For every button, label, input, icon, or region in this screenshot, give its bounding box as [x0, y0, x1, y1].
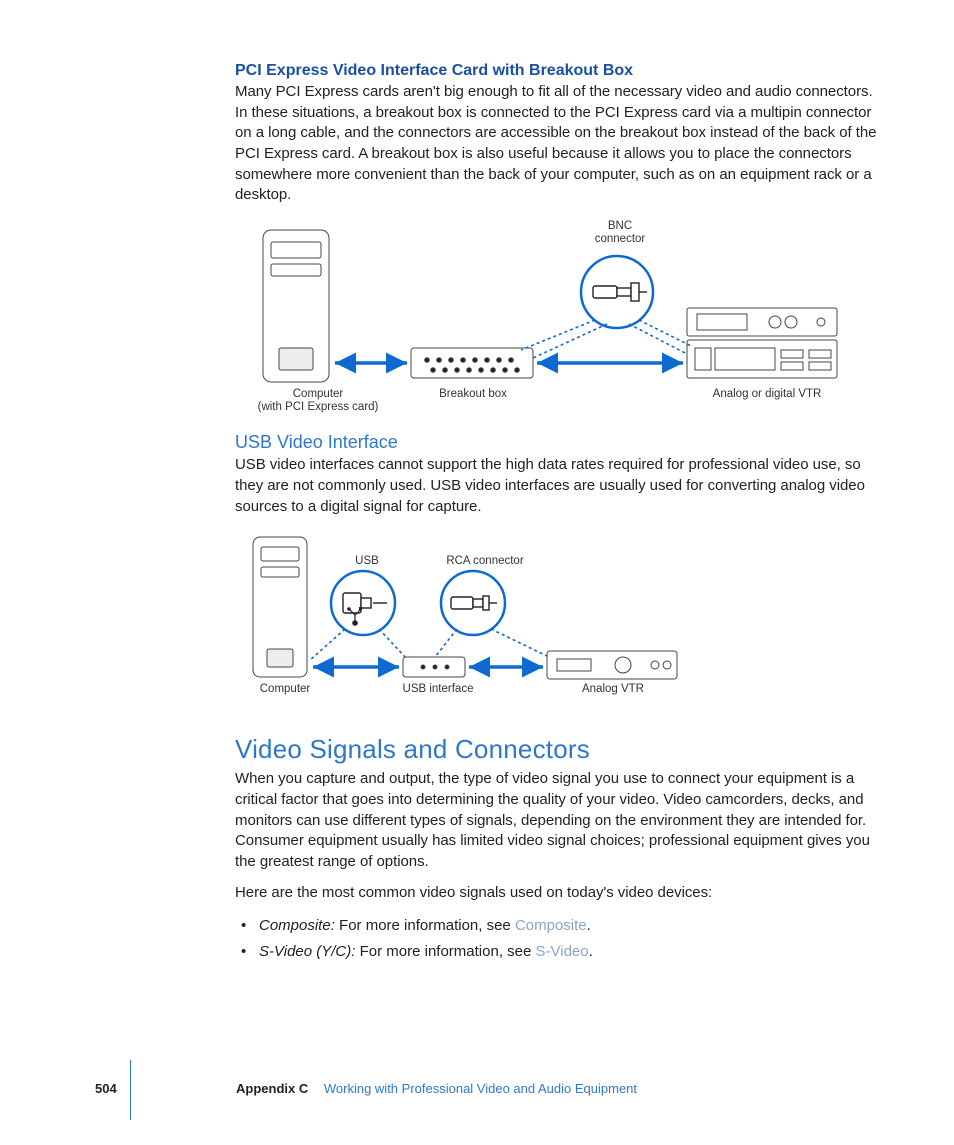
- label-computer-pci: Computer(with PCI Express card): [243, 388, 393, 414]
- para-pci-breakout: Many PCI Express cards aren't big enough…: [235, 82, 889, 206]
- vtr-icon: [687, 308, 837, 378]
- bullet-text: For more information, see: [355, 943, 535, 960]
- label-usb-interface: USB interface: [393, 683, 483, 696]
- label-vtr: Analog or digital VTR: [707, 388, 827, 401]
- bnc-magnifier-icon: [581, 256, 653, 328]
- heading-video-signals: Video Signals and Connectors: [235, 734, 889, 765]
- usb-interface-icon: [403, 657, 465, 677]
- footer-text: Appendix C Working with Professional Vid…: [236, 1081, 637, 1096]
- label-analog-vtr: Analog VTR: [573, 683, 653, 696]
- label-rca: RCA connector: [435, 555, 535, 568]
- analog-vtr-icon: [547, 651, 677, 679]
- page-number: 504: [95, 1081, 117, 1096]
- link-svideo[interactable]: S-Video: [536, 943, 589, 960]
- period: .: [587, 917, 591, 934]
- para-video-signals-2: Here are the most common video signals u…: [235, 883, 889, 904]
- label-breakout-box: Breakout box: [423, 388, 523, 401]
- usb-magnifier-icon: [331, 571, 395, 635]
- heading-pci-breakout: PCI Express Video Interface Card with Br…: [235, 62, 889, 80]
- figure-usb-diagram: USB RCA connector Computer USB interface…: [235, 531, 889, 706]
- list-item: S-Video (Y/C): For more information, see…: [253, 939, 889, 965]
- computer-icon: [263, 230, 329, 382]
- para-video-signals-1: When you capture and output, the type of…: [235, 769, 889, 872]
- breakout-box-icon: [411, 348, 533, 378]
- bullet-label: S-Video (Y/C):: [259, 943, 355, 960]
- rca-magnifier-icon: [441, 571, 505, 635]
- figure-breakout-diagram: BNCconnector Computer(with PCI Express c…: [235, 220, 889, 420]
- label-usb: USB: [337, 555, 397, 568]
- footer-appendix: Appendix C: [236, 1081, 308, 1096]
- link-composite[interactable]: Composite: [515, 917, 587, 934]
- page-footer: 504 Appendix C Working with Professional…: [0, 1081, 954, 1105]
- bullet-label: Composite:: [259, 917, 335, 934]
- para-usb-interface: USB video interfaces cannot support the …: [235, 455, 889, 517]
- page: PCI Express Video Interface Card with Br…: [0, 0, 954, 1145]
- heading-usb-interface: USB Video Interface: [235, 432, 889, 453]
- bullet-text: For more information, see: [335, 917, 515, 934]
- label-computer: Computer: [245, 683, 325, 696]
- label-bnc: BNCconnector: [585, 220, 655, 246]
- list-item: Composite: For more information, see Com…: [253, 913, 889, 939]
- footer-title: Working with Professional Video and Audi…: [324, 1081, 637, 1096]
- computer-small-icon: [253, 537, 307, 677]
- period: .: [589, 943, 593, 960]
- signal-list: Composite: For more information, see Com…: [235, 913, 889, 964]
